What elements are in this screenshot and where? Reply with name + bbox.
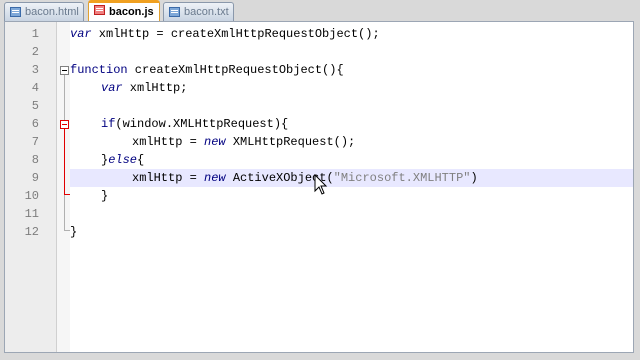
tab-label: bacon.txt xyxy=(184,6,229,18)
code-line-10: } xyxy=(101,189,109,203)
line-number: 8 xyxy=(31,153,39,167)
code-line-1: var xmlHttp = createXmlHttpRequestObject… xyxy=(70,27,380,41)
tab-bar: bacon.html bacon.js bacon.txt xyxy=(0,0,640,22)
code-line-3: function createXmlHttpRequestObject(){ xyxy=(70,63,344,77)
code-line-12: } xyxy=(70,225,78,239)
code-line-8: }else{ xyxy=(101,153,145,167)
line-number: 7 xyxy=(31,135,39,149)
fold-line-active xyxy=(64,129,65,195)
fold-toggle-function[interactable] xyxy=(60,66,69,75)
tab-bacon-txt[interactable]: bacon.txt xyxy=(163,2,234,21)
line-number: 11 xyxy=(24,207,39,221)
code-line-7: xmlHttp = new XMLHttpRequest(); xyxy=(132,135,356,149)
line-number: 12 xyxy=(24,225,39,239)
tab-bacon-html[interactable]: bacon.html xyxy=(4,2,84,21)
code-line-6: if(window.XMLHttpRequest){ xyxy=(101,117,289,131)
tab-label: bacon.js xyxy=(109,6,154,18)
line-number-gutter: 1 2 3 4 5 6 7 8 9 10 11 12 xyxy=(5,22,57,352)
file-html-icon xyxy=(10,7,21,17)
file-js-icon xyxy=(94,5,105,15)
code-line-4: var xmlHttp; xyxy=(101,81,188,95)
tab-label: bacon.html xyxy=(25,6,79,18)
line-number: 3 xyxy=(31,63,39,77)
tab-bacon-js[interactable]: bacon.js xyxy=(88,0,160,22)
status-strip xyxy=(0,353,640,360)
line-number: 2 xyxy=(31,45,39,59)
line-number: 5 xyxy=(31,99,39,113)
fold-toggle-if[interactable] xyxy=(60,120,69,129)
line-number: 10 xyxy=(24,189,39,203)
mouse-pointer-icon xyxy=(314,174,328,195)
line-number: 9 xyxy=(31,171,39,185)
line-number: 4 xyxy=(31,81,39,95)
line-number: 1 xyxy=(31,27,39,41)
file-txt-icon xyxy=(169,7,180,17)
code-line-9-current: xmlHttp = new ActiveXObject("Microsoft.X… xyxy=(70,169,633,187)
code-area[interactable]: var xmlHttp = createXmlHttpRequestObject… xyxy=(70,22,633,352)
line-number: 6 xyxy=(31,117,39,131)
